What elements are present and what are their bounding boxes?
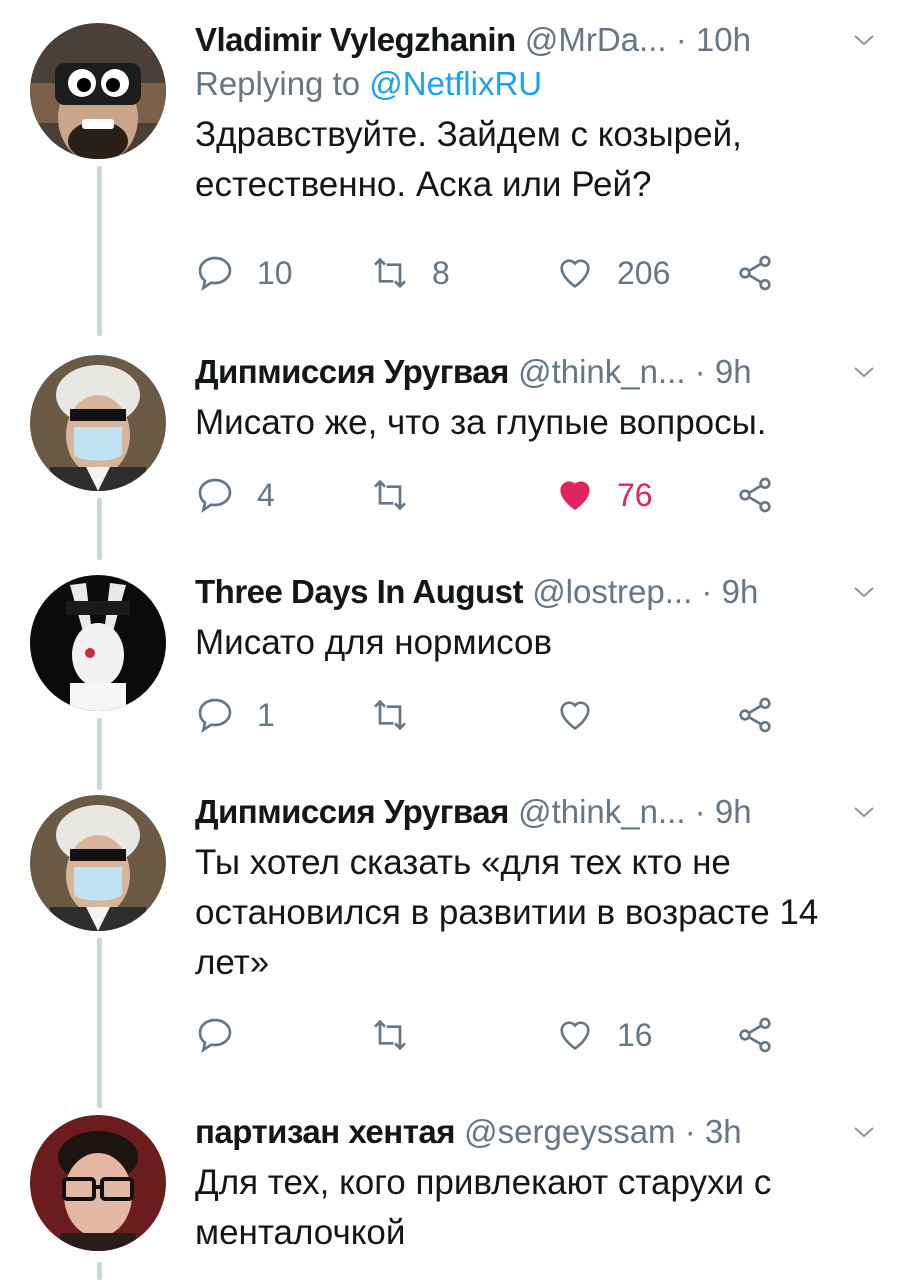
share-button[interactable] xyxy=(735,248,797,298)
retweet-icon xyxy=(374,479,406,511)
mention-link[interactable]: @NetflixRU xyxy=(369,65,542,102)
avatar[interactable] xyxy=(30,23,166,159)
tweet-text: Здравствуйте. Зайдем с козырей, естестве… xyxy=(195,115,742,204)
tweet-text: Мисато же, что за глупые вопросы. xyxy=(195,403,767,442)
share-button[interactable] xyxy=(735,1010,797,1060)
retweet-icon xyxy=(374,1019,406,1051)
timestamp[interactable]: 3h xyxy=(705,1113,742,1150)
share-button[interactable] xyxy=(735,470,797,520)
separator: · xyxy=(701,573,713,610)
tweet-actions: 10 8 206 xyxy=(195,248,835,298)
display-name[interactable]: Дипмиссия Уругвая xyxy=(195,793,509,830)
share-button[interactable] xyxy=(735,690,797,740)
user-handle[interactable]: @think_n... xyxy=(518,353,685,390)
tweet-actions: 16 xyxy=(195,1010,835,1060)
tweet-text: Для тех, кого привлекают старухи с мента… xyxy=(195,1163,772,1252)
retweet-button[interactable] xyxy=(370,470,432,520)
tweet-actions: 1 xyxy=(195,690,835,740)
avatar[interactable] xyxy=(30,355,166,491)
retweet-button[interactable] xyxy=(370,690,432,740)
chevron-down-icon[interactable] xyxy=(852,800,876,824)
like-icon xyxy=(560,701,590,730)
tweet-header: Vladimir Vylegzhanin @MrDa... · 10h xyxy=(195,18,916,62)
user-handle[interactable]: @think_n... xyxy=(518,793,685,830)
thread-line xyxy=(97,498,102,560)
avatar-image xyxy=(30,23,166,159)
retweet-count: 8 xyxy=(432,254,450,291)
avatar-image xyxy=(30,575,166,711)
reply-button[interactable]: 1 xyxy=(195,690,275,740)
tweet-text: Ты хотел сказать «для тех кто не останов… xyxy=(195,843,819,982)
like-count: 16 xyxy=(617,1016,653,1053)
avatar-image xyxy=(30,795,166,931)
separator: · xyxy=(684,1113,696,1150)
reply-icon xyxy=(198,478,232,514)
display-name[interactable]: партизан хентая xyxy=(195,1113,455,1150)
replying-to: Replying to @NetflixRU xyxy=(195,62,916,106)
tweet-actions: 4 76 xyxy=(195,470,835,520)
retweet-icon xyxy=(374,699,406,731)
like-icon xyxy=(560,481,590,510)
avatar[interactable] xyxy=(30,1115,166,1251)
like-button[interactable]: 16 xyxy=(555,1010,653,1060)
tweet-header: партизан хентая @sergeyssam · 3h xyxy=(195,1110,916,1154)
tweet-header: Дипмиссия Уругвая @think_n... · 9h xyxy=(195,790,916,834)
share-icon xyxy=(739,697,771,733)
reply-button[interactable]: 10 xyxy=(195,248,293,298)
chevron-down-icon[interactable] xyxy=(852,360,876,384)
separator: · xyxy=(694,793,706,830)
reply-icon xyxy=(198,698,232,734)
reply-count: 10 xyxy=(257,254,293,291)
avatar[interactable] xyxy=(30,795,166,931)
avatar-image xyxy=(30,1115,166,1251)
display-name[interactable]: Vladimir Vylegzhanin xyxy=(195,21,516,58)
reply-count: 4 xyxy=(257,476,275,513)
like-button[interactable]: 76 xyxy=(555,470,653,520)
retweet-button[interactable]: 8 xyxy=(370,248,450,298)
like-icon xyxy=(560,1021,590,1050)
like-button[interactable]: 206 xyxy=(555,248,670,298)
retweet-button[interactable] xyxy=(370,1010,432,1060)
thread-line xyxy=(97,166,102,336)
timestamp[interactable]: 9h xyxy=(715,353,752,390)
share-icon xyxy=(739,1017,771,1053)
like-count: 206 xyxy=(617,254,671,291)
tweet-text: Мисато для нормисов xyxy=(195,623,553,662)
reply-count: 1 xyxy=(257,696,275,733)
like-count: 76 xyxy=(617,476,653,513)
reply-icon xyxy=(198,1018,232,1054)
share-icon xyxy=(739,477,771,513)
reply-button[interactable] xyxy=(195,1010,257,1060)
chevron-down-icon[interactable] xyxy=(852,28,876,52)
retweet-icon xyxy=(374,257,406,289)
like-icon xyxy=(560,259,590,288)
timestamp[interactable]: 9h xyxy=(715,793,752,830)
thread-line xyxy=(97,718,102,790)
timestamp[interactable]: 10h xyxy=(696,21,751,58)
share-icon xyxy=(739,255,771,291)
reply-button[interactable]: 4 xyxy=(195,470,275,520)
user-handle[interactable]: @lostrep... xyxy=(532,573,692,610)
avatar[interactable] xyxy=(30,575,166,711)
chevron-down-icon[interactable] xyxy=(852,1120,876,1144)
user-handle[interactable]: @MrDa... xyxy=(525,21,667,58)
avatar-image xyxy=(30,355,166,491)
thread-line xyxy=(97,938,102,1108)
display-name[interactable]: Дипмиссия Уругвая xyxy=(195,353,509,390)
replying-to-label: Replying to xyxy=(195,65,361,102)
like-button[interactable] xyxy=(555,690,617,740)
tweet-header: Дипмиссия Уругвая @think_n... · 9h xyxy=(195,350,916,394)
tweet-header: Three Days In August @lostrep... · 9h xyxy=(195,570,916,614)
separator: · xyxy=(694,353,706,390)
timestamp[interactable]: 9h xyxy=(722,573,759,610)
reply-icon xyxy=(198,256,232,292)
thread-line xyxy=(97,1262,102,1280)
chevron-down-icon[interactable] xyxy=(852,580,876,604)
user-handle[interactable]: @sergeyssam xyxy=(464,1113,675,1150)
separator: · xyxy=(675,21,687,58)
display-name[interactable]: Three Days In August xyxy=(195,573,524,610)
